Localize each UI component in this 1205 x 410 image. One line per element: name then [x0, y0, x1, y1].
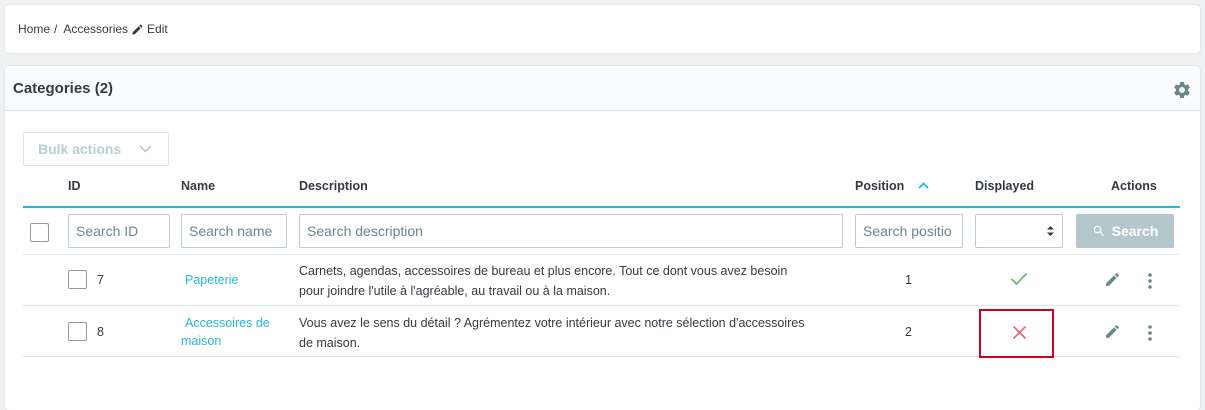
search-id-input[interactable]: Search ID [68, 214, 170, 248]
edit-icon[interactable] [1104, 323, 1121, 340]
table-row: 7 Papeterie Carnets, agendas, accessoire… [23, 256, 1180, 306]
more-options-icon[interactable] [1147, 272, 1153, 290]
row-description: Vous avez le sens du détail ? Agrémentez… [299, 313, 859, 353]
column-actions: Actions [1111, 179, 1157, 193]
bulk-actions-dropdown[interactable]: Bulk actions [23, 132, 169, 166]
breadcrumb-home[interactable]: Home [18, 22, 50, 36]
row-description: Carnets, agendas, accessoires de bureau … [299, 261, 859, 301]
row-description-line: pour joindre l'utile à l'agréable, au tr… [299, 284, 611, 298]
select-all-checkbox[interactable] [30, 223, 49, 242]
select-arrows-icon [1047, 226, 1054, 236]
pencil-icon [132, 24, 143, 34]
sort-ascending-icon[interactable] [918, 182, 929, 189]
row-name-link[interactable]: Accessoires de maison [181, 314, 270, 350]
panel-title: Categories (2) [13, 79, 114, 97]
search-name-input[interactable]: Search name [181, 214, 287, 248]
breadcrumb: Home / Accessories Edit [5, 5, 1200, 53]
chevron-down-icon [139, 145, 152, 153]
panel-header: Categories (2) [5, 66, 1200, 111]
search-position-input[interactable]: Search positio [855, 214, 963, 248]
row-checkbox[interactable] [68, 322, 87, 341]
row-description-line: Carnets, agendas, accessoires de bureau … [299, 264, 788, 278]
row-id: 7 [97, 273, 104, 287]
column-id[interactable]: ID [68, 179, 81, 193]
close-icon[interactable] [1012, 325, 1027, 340]
row-description-line: Vous avez le sens du détail ? Agrémentez… [299, 316, 805, 330]
row-name-link[interactable]: Papeterie [185, 271, 239, 289]
row-description-line: de maison. [299, 336, 361, 350]
bulk-actions-label: Bulk actions [38, 141, 122, 157]
check-icon[interactable] [1010, 272, 1028, 286]
breadcrumb-accessories[interactable]: Accessories [63, 22, 128, 36]
search-description-input[interactable]: Search description [299, 214, 843, 248]
row-position[interactable]: 1 [905, 273, 912, 287]
row-position[interactable]: 2 [905, 325, 912, 339]
table-row: 8 Accessoires de maison Vous avez le sen… [23, 307, 1180, 358]
column-position[interactable]: Position [855, 179, 904, 193]
column-description[interactable]: Description [299, 179, 368, 193]
search-button-label: Search [1111, 223, 1159, 239]
gear-icon[interactable] [1172, 80, 1192, 100]
column-name[interactable]: Name [181, 179, 215, 193]
row-name-line: Accessoires de [185, 316, 270, 330]
row-id: 8 [97, 325, 104, 339]
breadcrumb-separator: / [54, 22, 58, 36]
row-name-line: maison [181, 334, 222, 348]
edit-icon[interactable] [1104, 271, 1121, 288]
more-options-icon[interactable] [1147, 324, 1153, 342]
column-displayed[interactable]: Displayed [975, 179, 1034, 193]
categories-panel: Categories (2) Bulk actions ID Name Desc… [5, 66, 1200, 410]
displayed-filter-select[interactable] [975, 214, 1063, 248]
row-checkbox[interactable] [68, 270, 87, 289]
filter-row: Search ID Search name Search description… [23, 208, 1180, 255]
search-button[interactable]: Search [1076, 214, 1174, 248]
search-icon [1093, 225, 1104, 236]
breadcrumb-current: Edit [147, 22, 168, 36]
